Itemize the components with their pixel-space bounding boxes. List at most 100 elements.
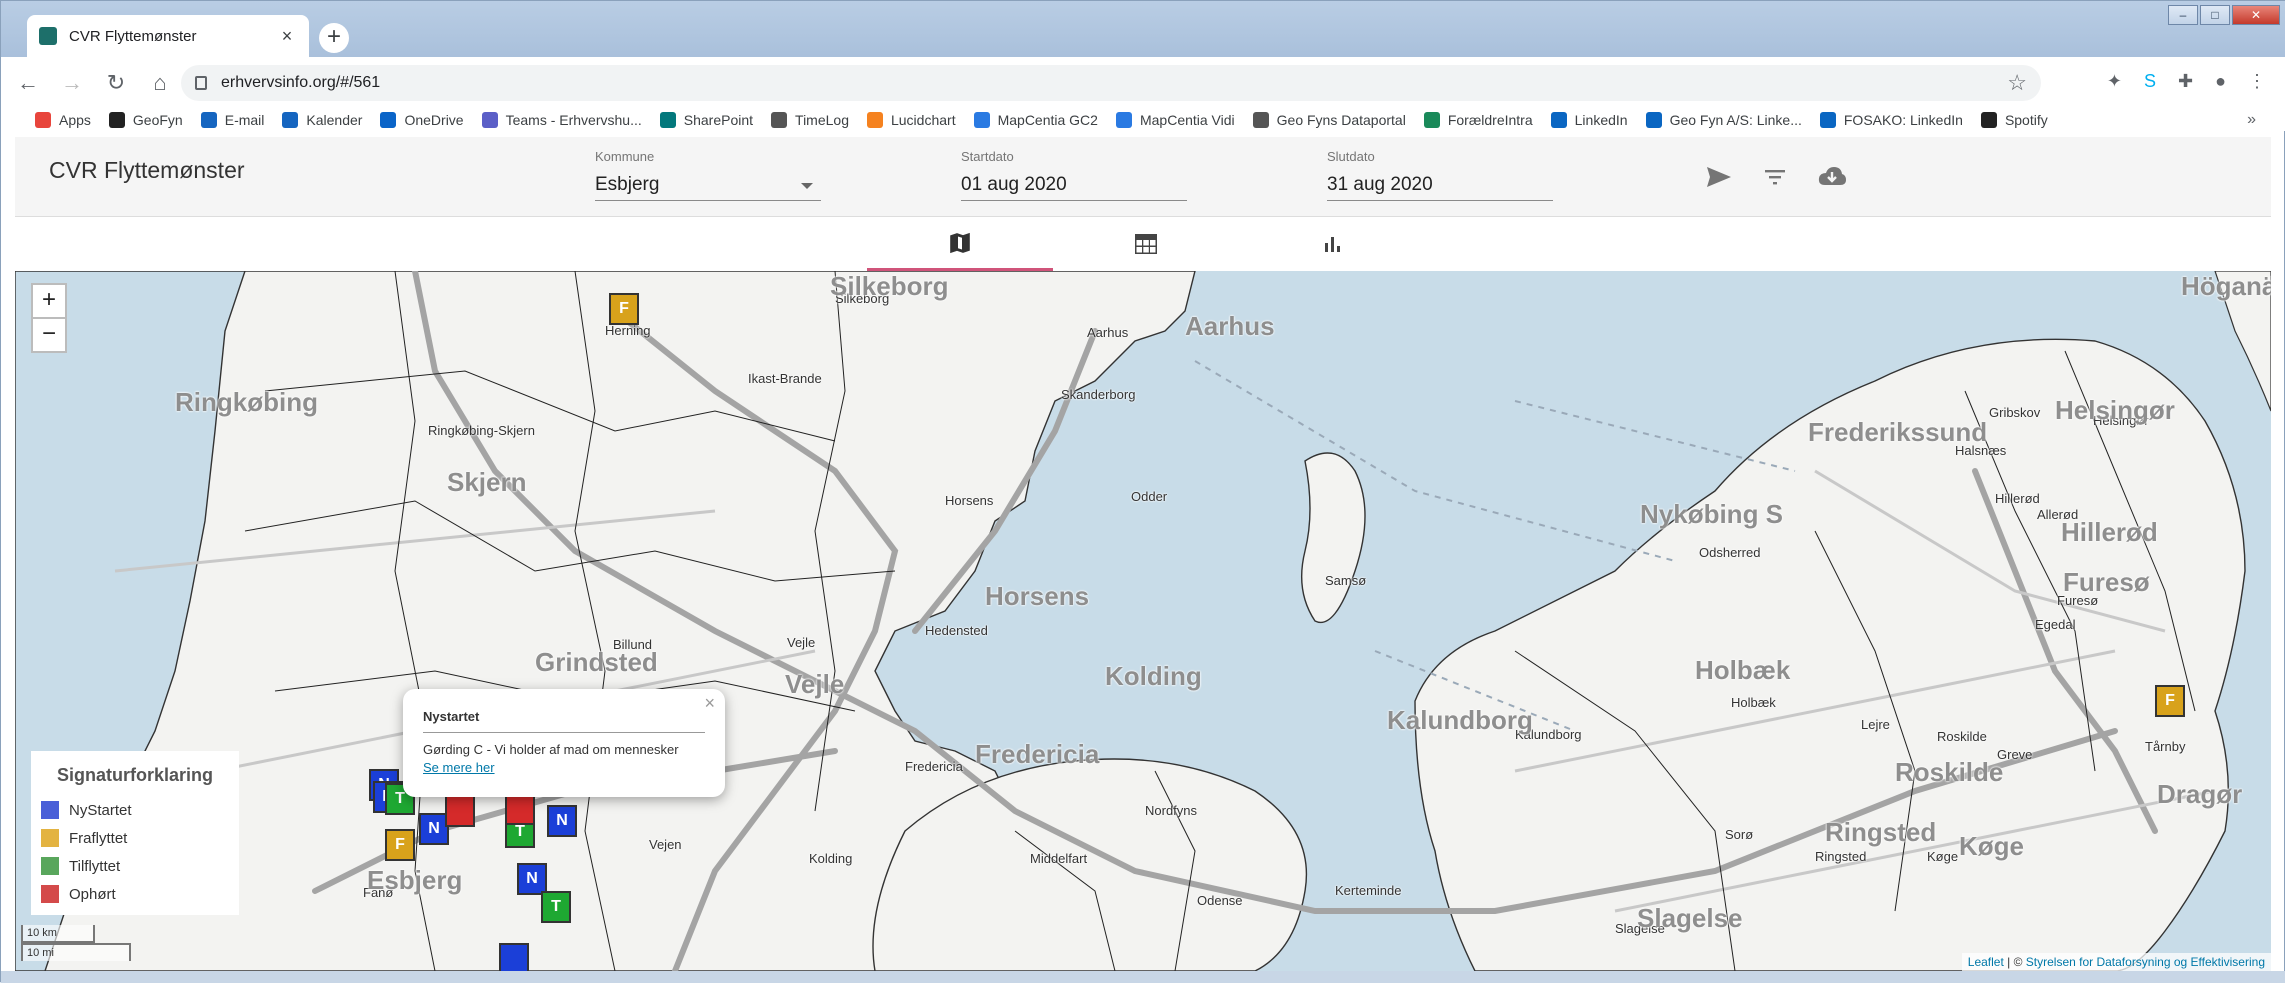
background-tabs bbox=[361, 11, 2151, 35]
map-legend: Signaturforklaring NyStartet Fraflyttet Ti… bbox=[31, 751, 239, 915]
startdato-value[interactable]: 01 aug 2020 bbox=[961, 174, 1187, 196]
bookmark-favicon-icon bbox=[1115, 112, 1132, 128]
region-label: Fredericia bbox=[975, 739, 1100, 769]
bookmark-favicon-icon bbox=[200, 112, 217, 128]
tab-close-icon[interactable]: × bbox=[277, 26, 297, 47]
bar-chart-icon bbox=[1325, 237, 1340, 252]
popup-link[interactable]: Se mere her bbox=[423, 760, 705, 775]
forward-arrow-icon[interactable]: → bbox=[55, 70, 89, 96]
source-link[interactable]: Styrelsen for Dataforsyning og Effektivi… bbox=[2026, 955, 2265, 969]
bookmark-item[interactable]: Kalender bbox=[282, 112, 362, 128]
attribution-sep: | © bbox=[2003, 955, 2026, 969]
bookmark-item[interactable]: E-mail bbox=[200, 112, 265, 128]
kommune-select[interactable]: Kommune Esbjerg bbox=[595, 149, 821, 201]
legend-label: Tilflyttet bbox=[69, 857, 121, 875]
map-marker-T[interactable]: T bbox=[541, 891, 571, 923]
zoom-in-button[interactable]: + bbox=[31, 283, 67, 319]
legend-swatch bbox=[41, 857, 59, 875]
slutdato-field[interactable]: Slutdato 31 aug 2020 bbox=[1327, 149, 1553, 201]
tab-statistics[interactable] bbox=[1239, 217, 1425, 271]
bookmarks-overflow-button[interactable]: » bbox=[2247, 111, 2256, 129]
cloud-download-icon[interactable] bbox=[1817, 165, 1847, 189]
map-marker-F[interactable]: F bbox=[609, 293, 639, 325]
bookmark-item[interactable]: MapCentia Vidi bbox=[1115, 112, 1235, 128]
url-text[interactable]: erhvervsinfo.org/#/561 bbox=[221, 74, 380, 92]
maximize-button[interactable]: □ bbox=[2200, 5, 2230, 25]
dropdown-caret-icon[interactable] bbox=[801, 183, 813, 189]
map-marker-O[interactable] bbox=[445, 795, 475, 827]
tab-map[interactable] bbox=[867, 217, 1053, 271]
slutdato-value[interactable]: 31 aug 2020 bbox=[1327, 174, 1553, 196]
bookmark-star-icon[interactable]: ☆ bbox=[2007, 70, 2027, 96]
bookmark-favicon-icon bbox=[380, 112, 397, 128]
kommune-value[interactable]: Esbjerg bbox=[595, 174, 821, 196]
bookmark-label: LinkedIn bbox=[1574, 112, 1628, 128]
bookmark-item[interactable]: LinkedIn bbox=[1550, 112, 1628, 128]
basemap[interactable] bbox=[15, 271, 2271, 971]
new-tab-button[interactable]: + bbox=[319, 23, 349, 53]
bookmark-item[interactable]: OneDrive bbox=[380, 112, 464, 128]
slutdato-label: Slutdato bbox=[1327, 149, 1375, 164]
extension-icons: ✦ S ✚ ● ⋮ bbox=[2107, 71, 2266, 92]
skype-icon[interactable]: S bbox=[2144, 71, 2156, 92]
place-label: Aarhus bbox=[1087, 325, 1129, 340]
startdato-label: Startdato bbox=[961, 149, 1014, 164]
bookmark-item[interactable]: Apps bbox=[35, 112, 91, 128]
bookmark-item[interactable]: Geo Fyn A/S: Linke... bbox=[1645, 112, 1802, 128]
marker-popup: × Nystartet Gørding C - Vi holder af mad… bbox=[403, 689, 725, 797]
region-label: Køge bbox=[1959, 831, 2024, 861]
zoom-out-button[interactable]: − bbox=[31, 317, 67, 353]
bookmark-item[interactable]: Spotify bbox=[1980, 112, 2048, 128]
filter-icon[interactable] bbox=[1763, 165, 1787, 189]
map-marker-N[interactable] bbox=[499, 943, 529, 971]
place-label: Lejre bbox=[1861, 717, 1890, 732]
startdato-field[interactable]: Startdato 01 aug 2020 bbox=[961, 149, 1187, 201]
extension-icon[interactable]: ✦ bbox=[2107, 71, 2122, 92]
bookmark-item[interactable]: Teams - Erhvervshu... bbox=[481, 112, 642, 128]
region-label: Hillerød bbox=[2061, 517, 2158, 547]
browser-toolbar: ← → ↻ ⌂ erhvervsinfo.org/#/561 ☆ ✦ S ✚ ●… bbox=[1, 57, 2285, 109]
send-icon[interactable] bbox=[1705, 165, 1733, 189]
popup-close-icon[interactable]: × bbox=[704, 693, 715, 714]
address-bar[interactable]: erhvervsinfo.org/#/561 ☆ bbox=[181, 65, 2041, 101]
place-label: Kolding bbox=[809, 851, 853, 866]
scale-bar: 10 km 10 mi bbox=[21, 925, 131, 961]
bookmark-item[interactable]: Lucidchart bbox=[866, 112, 956, 128]
bookmark-item[interactable]: MapCentia GC2 bbox=[973, 112, 1098, 128]
app-title: CVR Flyttemønster bbox=[49, 157, 245, 183]
place-label: Odense bbox=[1197, 893, 1243, 908]
tab-table[interactable] bbox=[1053, 217, 1239, 271]
region-label: Silkeborg bbox=[830, 271, 949, 301]
app-header: CVR Flyttemønster Kommune Esbjerg Startd… bbox=[15, 137, 2271, 217]
bookmark-label: OneDrive bbox=[404, 112, 464, 128]
place-label: Fredericia bbox=[905, 759, 963, 774]
bookmark-favicon-icon bbox=[35, 112, 51, 128]
puzzle-icon[interactable]: ✚ bbox=[2178, 71, 2193, 92]
map-marker-O[interactable] bbox=[505, 793, 535, 825]
lock-icon[interactable] bbox=[195, 76, 207, 90]
back-arrow-icon[interactable]: ← bbox=[11, 70, 45, 96]
map-marker-N[interactable]: N bbox=[547, 805, 577, 837]
place-label: Holbæk bbox=[1731, 695, 1776, 710]
leaflet-link[interactable]: Leaflet bbox=[1968, 955, 2004, 969]
map-view[interactable]: Silkeborg Herning Aarhus Ikast-Brande Skande… bbox=[15, 271, 2271, 971]
bookmark-item[interactable]: GeoFyn bbox=[108, 112, 183, 128]
map-marker-F[interactable]: F bbox=[385, 829, 415, 861]
bookmark-item[interactable]: FOSAKO: LinkedIn bbox=[1819, 112, 1963, 128]
menu-dots-icon[interactable]: ⋮ bbox=[2248, 71, 2266, 92]
bookmark-favicon-icon bbox=[282, 112, 299, 128]
profile-avatar-icon[interactable]: ● bbox=[2215, 71, 2226, 92]
bookmark-item[interactable]: Geo Fyns Dataportal bbox=[1252, 112, 1406, 128]
home-icon[interactable]: ⌂ bbox=[143, 70, 177, 96]
bookmark-item[interactable]: ForældreIntra bbox=[1423, 112, 1533, 128]
bookmark-item[interactable]: SharePoint bbox=[659, 112, 753, 128]
place-label: Vejle bbox=[787, 635, 816, 650]
bookmark-favicon-icon bbox=[973, 112, 990, 128]
reload-icon[interactable]: ↻ bbox=[99, 70, 133, 96]
browser-tab-active[interactable]: CVR Flyttemønster × bbox=[27, 15, 309, 57]
minimize-button[interactable]: – bbox=[2168, 5, 2198, 25]
close-window-button[interactable]: ✕ bbox=[2232, 5, 2280, 25]
bookmark-item[interactable]: TimeLog bbox=[771, 112, 849, 128]
map-marker-F[interactable]: F bbox=[2155, 685, 2185, 717]
bookmark-label: E-mail bbox=[224, 112, 265, 128]
